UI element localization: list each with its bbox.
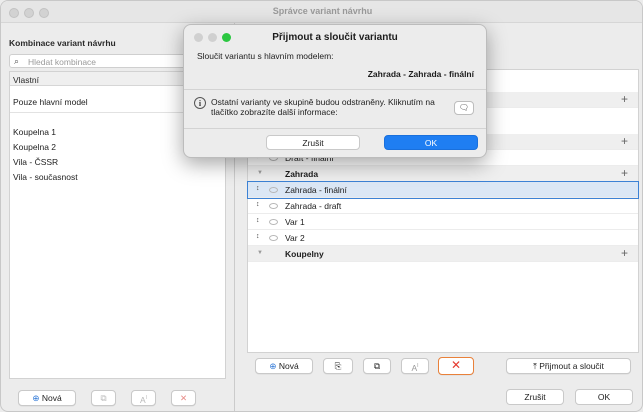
info-icon: i (194, 97, 206, 109)
variant-label: Zahrada - draft (285, 201, 342, 211)
reorder-icon[interactable]: ↕ (256, 217, 260, 224)
dialog-title: Přijmout a sloučit variantu (272, 32, 398, 43)
divider (184, 128, 486, 129)
dialog-cancel-button[interactable]: Zrušit (266, 135, 360, 150)
title-bar: Správce variant návrhu (1, 1, 642, 23)
duplicate-button[interactable]: ⧉ (91, 390, 116, 406)
new-combination-button[interactable]: ⊕ Nová (18, 390, 76, 406)
group-row-koupelny[interactable]: ▼ Koupelny + (248, 246, 638, 262)
disclosure-triangle-icon[interactable]: ▼ (257, 170, 263, 176)
duplicate-variant-button[interactable]: ⧉ (363, 358, 391, 374)
list-item[interactable]: Vila - současnost (13, 172, 78, 182)
add-folder-icon: ⎘ (334, 361, 342, 371)
list-item[interactable]: Koupelna 1 (13, 127, 56, 137)
cancel-button[interactable]: Zrušit (506, 389, 564, 405)
accept-merge-label: Přijmout a sloučit (539, 361, 604, 371)
new-variant-label: Nová (278, 361, 299, 371)
list-item[interactable]: Koupelna 2 (13, 142, 56, 152)
disclosure-triangle-icon[interactable]: ▼ (257, 250, 263, 256)
variant-label: Zahrada - finální (285, 185, 347, 195)
plus-icon[interactable]: + (621, 246, 628, 260)
delete-combination-button[interactable]: ✕ (171, 390, 196, 406)
duplicate-icon: ⧉ (373, 361, 381, 371)
delete-x-icon: ✕ (179, 393, 188, 403)
eye-icon[interactable] (269, 203, 278, 209)
rename-icon-sup: I (417, 363, 419, 369)
list-item[interactable]: Pouze hlavní model (13, 97, 88, 107)
dialog-message: Sloučit variantu s hlavním modelem: (197, 51, 334, 61)
plus-circle-icon: ⊕ (32, 393, 40, 403)
duplicate-icon: ⧉ (100, 393, 107, 403)
new-button-label: Nová (41, 393, 62, 403)
ok-button[interactable]: OK (575, 389, 633, 405)
plus-circle-icon: ⊕ (269, 361, 277, 371)
list-item[interactable]: Vila - ČSSR (13, 157, 58, 167)
accept-merge-dialog: Přijmout a sloučit variantu Sloučit vari… (183, 24, 487, 158)
reorder-icon[interactable]: ↕ (256, 201, 260, 208)
reorder-icon[interactable]: ↕ (256, 185, 260, 192)
delete-variant-button[interactable]: ✕ (438, 357, 474, 375)
dialog-variant-name: Zahrada - Zahrada - finální (367, 69, 474, 79)
variant-row[interactable]: ↕ Var 2 (248, 230, 638, 246)
reorder-icon[interactable]: ↕ (256, 233, 260, 240)
group-row-zahrada[interactable]: ▼ Zahrada + (248, 166, 638, 182)
rename-variant-button[interactable]: AI (401, 358, 429, 374)
group-label: Koupelny (285, 249, 324, 259)
variant-row[interactable]: ↕ Var 1 (248, 214, 638, 230)
variant-row[interactable]: ↕ Zahrada - draft (248, 198, 638, 214)
dialog-info-text: Ostatní varianty ve skupině budou odstra… (211, 97, 435, 117)
variant-row-selected[interactable]: ↕ Zahrada - finální (247, 181, 639, 199)
accept-merge-button[interactable]: ⤒ Přijmout a sloučit (506, 358, 631, 374)
variant-label: Var 1 (285, 217, 305, 227)
speech-bubble-icon: 🗨 (458, 103, 470, 112)
eye-icon[interactable] (269, 187, 278, 193)
group-label: Zahrada (285, 169, 319, 179)
search-icon: ⌕ (14, 56, 20, 66)
rename-button[interactable]: AI (131, 390, 156, 406)
plus-icon[interactable]: + (621, 166, 628, 180)
rename-icon-sup: I (145, 395, 148, 401)
search-placeholder: Hledat kombinace (28, 57, 97, 67)
window-title: Správce variant návrhu (272, 6, 373, 16)
column-header-own: Vlastní (13, 75, 39, 85)
more-info-button[interactable]: 🗨 (454, 101, 474, 115)
eye-icon[interactable] (269, 235, 278, 241)
delete-x-icon: ✕ (450, 358, 462, 372)
merge-icon: ⤒ (533, 361, 537, 371)
new-variant-button[interactable]: ⊕ Nová (255, 358, 313, 374)
plus-icon[interactable]: + (621, 134, 628, 148)
eye-icon[interactable] (269, 219, 278, 225)
dialog-ok-button[interactable]: OK (384, 135, 478, 150)
variant-label: Var 2 (285, 233, 305, 243)
combinations-title: Kombinace variant návrhu (9, 38, 116, 48)
divider (184, 89, 486, 90)
plus-icon[interactable]: + (621, 92, 628, 106)
add-group-button[interactable]: ⎘ (323, 358, 353, 374)
